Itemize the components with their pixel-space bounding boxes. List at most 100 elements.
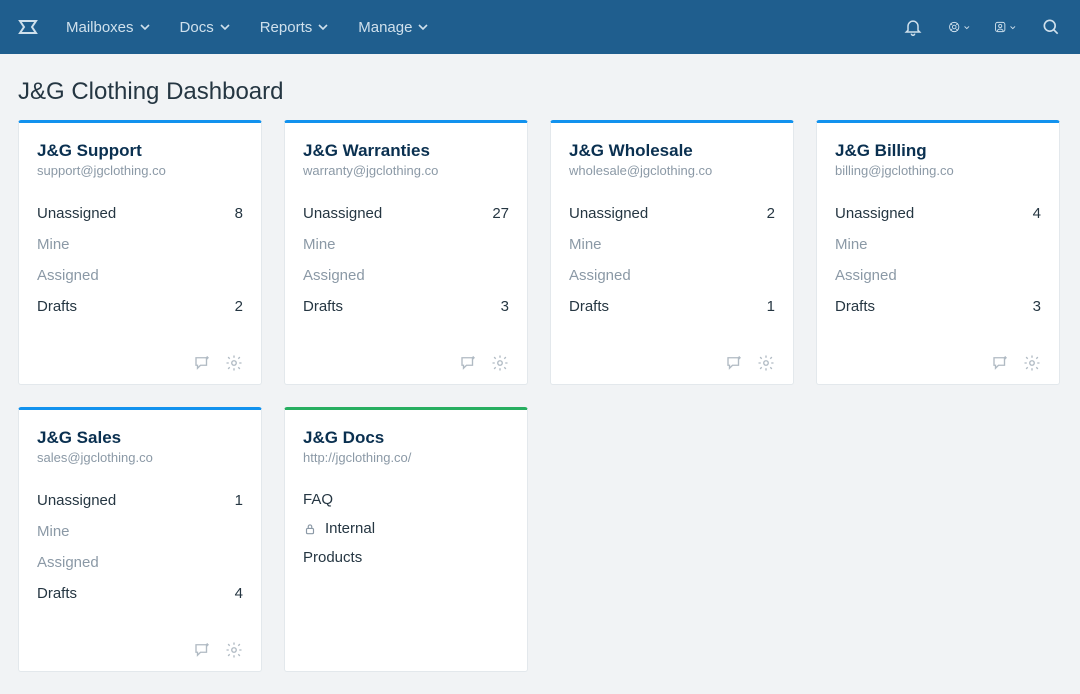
topbar: Mailboxes Docs Reports Manage (0, 0, 1080, 54)
mailbox-row-mine[interactable]: Mine (303, 229, 509, 260)
mailbox-row-assigned[interactable]: Assigned (37, 260, 243, 291)
notifications-icon[interactable] (902, 16, 924, 38)
mailbox-row-label: Drafts (569, 298, 609, 315)
settings-icon[interactable] (491, 354, 509, 372)
mailbox-row-label: Drafts (37, 298, 77, 315)
nav-item-label: Manage (358, 19, 412, 36)
mailbox-card-email: wholesale@jgclothing.co (569, 163, 775, 178)
mailbox-card-title[interactable]: J&G Warranties (303, 141, 509, 161)
account-menu[interactable] (994, 16, 1016, 38)
mailbox-row-drafts[interactable]: Drafts 3 (835, 291, 1041, 322)
mailbox-row-unassigned[interactable]: Unassigned 8 (37, 198, 243, 229)
mailbox-card-title[interactable]: J&G Support (37, 141, 243, 161)
mailbox-card-title[interactable]: J&G Wholesale (569, 141, 775, 161)
dashboard-cards: J&G Supportsupport@jgclothing.coUnassign… (0, 120, 1080, 672)
mailbox-card-title[interactable]: J&G Billing (835, 141, 1041, 161)
mailbox-card-footer (37, 641, 243, 659)
mailbox-row-mine[interactable]: Mine (37, 516, 243, 547)
mailbox-card-footer (303, 354, 509, 372)
nav-item-reports[interactable]: Reports (260, 19, 329, 36)
mailbox-row-count: 4 (1033, 205, 1041, 222)
docs-card-title[interactable]: J&G Docs (303, 428, 509, 448)
mailbox-card-footer (37, 354, 243, 372)
mailbox-row-label: Drafts (37, 585, 77, 602)
mailbox-row-drafts[interactable]: Drafts1 (569, 291, 775, 322)
nav-item-docs[interactable]: Docs (180, 19, 230, 36)
mailbox-row-label: Mine (37, 236, 70, 253)
mailbox-row-label: Mine (835, 236, 868, 253)
chevron-down-icon (220, 22, 230, 32)
mailbox-row-count: 1 (235, 492, 243, 509)
page-title: J&G Clothing Dashboard (0, 54, 1080, 120)
mailbox-row-label: Unassigned (37, 205, 116, 222)
docs-card: J&G Docshttp://jgclothing.co/FAQInternal… (284, 407, 528, 672)
mailbox-row-count: 3 (1033, 298, 1041, 315)
settings-icon[interactable] (757, 354, 775, 372)
mailbox-row-count: 3 (501, 298, 509, 315)
docs-item[interactable]: Products (303, 543, 509, 572)
help-menu[interactable] (948, 16, 970, 38)
lock-icon (303, 522, 317, 536)
nav-item-label: Docs (180, 19, 214, 36)
nav-item-manage[interactable]: Manage (358, 19, 428, 36)
mailbox-row-count: 4 (235, 585, 243, 602)
mailbox-row-drafts[interactable]: Drafts 4 (37, 578, 243, 609)
mailbox-card: J&G Warranties warranty@jgclothing.co Unas… (284, 120, 528, 385)
settings-icon[interactable] (1023, 354, 1041, 372)
mailbox-card-email: sales@jgclothing.co (37, 450, 243, 465)
mailbox-row-label: Assigned (835, 267, 897, 284)
mailbox-row-unassigned[interactable]: Unassigned27 (303, 198, 509, 229)
mailbox-row-count: 2 (235, 298, 243, 315)
mailbox-row-label: Mine (37, 523, 70, 540)
brand-logo[interactable] (18, 17, 38, 37)
nav-item-label: Reports (260, 19, 313, 36)
mailbox-row-label: Drafts (835, 298, 875, 315)
mailbox-card: J&G Supportsupport@jgclothing.coUnassign… (18, 120, 262, 385)
mailbox-card: J&G Sales sales@jgclothing.co Unassigned 1 M… (18, 407, 262, 672)
mailbox-row-count: 8 (235, 205, 243, 222)
docs-item[interactable]: FAQ (303, 485, 509, 514)
nav-item-mailboxes[interactable]: Mailboxes (66, 19, 150, 36)
settings-icon[interactable] (225, 354, 243, 372)
mailbox-card-footer (835, 354, 1041, 372)
mailbox-row-label: Unassigned (37, 492, 116, 509)
mailbox-row-label: Assigned (569, 267, 631, 284)
mailbox-card: J&G Wholesale wholesale@jgclothing.co Unas… (550, 120, 794, 385)
mailbox-row-count: 27 (492, 205, 509, 222)
settings-icon[interactable] (225, 641, 243, 659)
search-icon[interactable] (1040, 16, 1062, 38)
main-nav: Mailboxes Docs Reports Manage (66, 19, 902, 36)
docs-item[interactable]: Internal (303, 514, 509, 543)
mailbox-row-drafts[interactable]: Drafts 2 (37, 291, 243, 322)
mailbox-row-assigned[interactable]: Assigned (569, 260, 775, 291)
docs-item-label: Products (303, 549, 362, 566)
mailbox-row-drafts[interactable]: Drafts3 (303, 291, 509, 322)
mailbox-row-label: Assigned (37, 267, 99, 284)
mailbox-row-unassigned[interactable]: Unassigned4 (835, 198, 1041, 229)
new-conversation-icon[interactable] (193, 354, 211, 372)
mailbox-row-assigned[interactable]: Assigned (303, 260, 509, 291)
mailbox-card: J&G Billing billing@jgclothing.co Unassign… (816, 120, 1060, 385)
new-conversation-icon[interactable] (991, 354, 1009, 372)
chevron-down-icon (140, 22, 150, 32)
mailbox-row-assigned[interactable]: Assigned (37, 547, 243, 578)
mailbox-row-assigned[interactable]: Assigned (835, 260, 1041, 291)
chevron-down-icon (318, 22, 328, 32)
mailbox-card-email: warranty@jgclothing.co (303, 163, 509, 178)
new-conversation-icon[interactable] (193, 641, 211, 659)
new-conversation-icon[interactable] (725, 354, 743, 372)
mailbox-row-label: Unassigned (569, 205, 648, 222)
topbar-actions (902, 16, 1062, 38)
mailbox-row-mine[interactable]: Mine (569, 229, 775, 260)
mailbox-row-mine[interactable]: Mine (37, 229, 243, 260)
mailbox-row-label: Assigned (303, 267, 365, 284)
mailbox-row-mine[interactable]: Mine (835, 229, 1041, 260)
chevron-down-icon (418, 22, 428, 32)
mailbox-card-title[interactable]: J&G Sales (37, 428, 243, 448)
mailbox-row-unassigned[interactable]: Unassigned 1 (37, 485, 243, 516)
docs-item-label: Internal (325, 520, 375, 537)
mailbox-row-unassigned[interactable]: Unassigned2 (569, 198, 775, 229)
mailbox-card-email: billing@jgclothing.co (835, 163, 1041, 178)
new-conversation-icon[interactable] (459, 354, 477, 372)
mailbox-card-footer (569, 354, 775, 372)
